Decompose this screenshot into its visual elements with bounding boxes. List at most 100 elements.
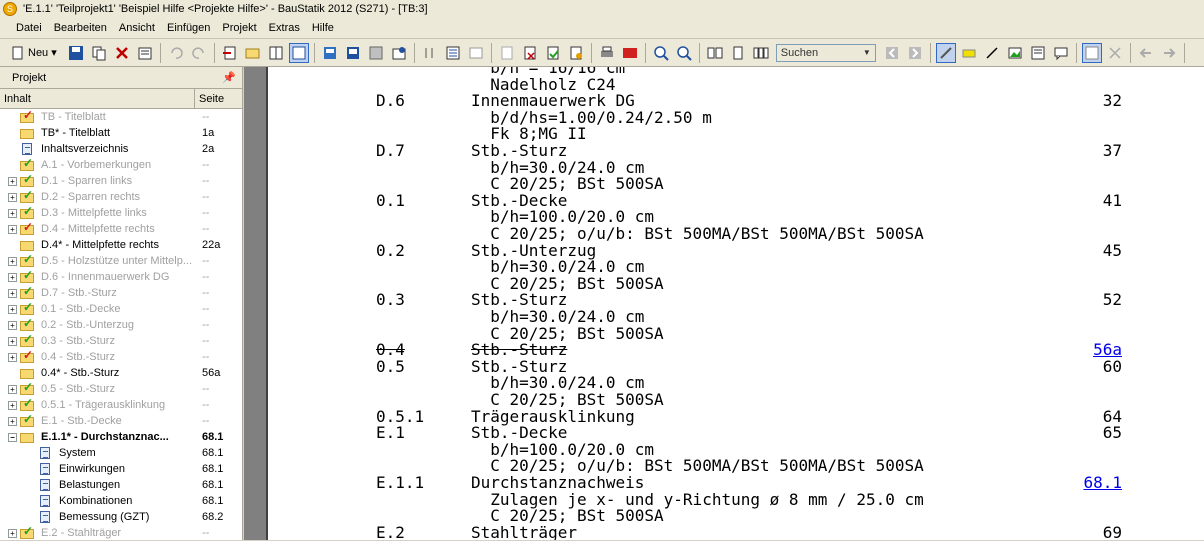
expand-icon[interactable]: +: [8, 176, 17, 186]
pen-button[interactable]: [935, 42, 956, 63]
expand-icon[interactable]: +: [8, 384, 17, 394]
expand-icon[interactable]: +: [8, 320, 17, 330]
toc-line: C 20/25; o/u/b: BSt 500MA/BSt 500MA/BSt …: [268, 225, 1204, 242]
sort-button[interactable]: [420, 43, 440, 63]
zoom-in-button[interactable]: [651, 43, 671, 63]
tree-item[interactable]: − E.1.1* - Durchstanznac... 68.1: [0, 429, 242, 445]
delete-button[interactable]: [112, 43, 132, 63]
tree-item[interactable]: Kombinationen 68.1: [0, 493, 242, 509]
menu-datei[interactable]: Datei: [10, 18, 48, 39]
expand-icon[interactable]: +: [8, 528, 17, 538]
tree-item[interactable]: TB* - Titelblatt 1a: [0, 125, 242, 141]
comment-button[interactable]: [1051, 43, 1071, 63]
tree-item[interactable]: + ✓ 0.5.1 - Trägerausklinkung --: [0, 396, 242, 413]
undo-button[interactable]: [166, 43, 186, 63]
tree-item[interactable]: + ✓ D.6 - Innenmauerwerk DG --: [0, 268, 242, 285]
table-button[interactable]: [466, 43, 486, 63]
page-button[interactable]: [497, 43, 517, 63]
save-button[interactable]: [66, 43, 86, 63]
list-button[interactable]: [443, 43, 463, 63]
tree-item[interactable]: 0.4* - Stb.-Sturz 56a: [0, 365, 242, 381]
tree-item[interactable]: System 68.1: [0, 445, 242, 461]
tree-item[interactable]: + ✓ 0.2 - Stb.-Unterzug --: [0, 316, 242, 333]
folder-button[interactable]: [243, 43, 263, 63]
copy-button[interactable]: [89, 43, 109, 63]
export-button[interactable]: [220, 43, 240, 63]
toc-page-link[interactable]: 56a: [1093, 341, 1122, 358]
new-button[interactable]: Neu ▾: [8, 43, 60, 63]
module-button-1[interactable]: [320, 43, 340, 63]
tree-item[interactable]: + ✓ 0.5 - Stb.-Sturz --: [0, 380, 242, 397]
expand-icon[interactable]: +: [8, 304, 17, 314]
highlight-button[interactable]: [959, 43, 979, 63]
image-button[interactable]: [1005, 43, 1025, 63]
tree-item[interactable]: ✓ TB - Titelblatt --: [0, 108, 242, 125]
annotation-button[interactable]: [1081, 42, 1102, 63]
tree-item[interactable]: + ✓ D.3 - Mittelpfette links --: [0, 204, 242, 221]
redo-button[interactable]: [189, 43, 209, 63]
line-button[interactable]: [982, 43, 1002, 63]
check-page-button[interactable]: [543, 43, 563, 63]
expand-icon[interactable]: +: [8, 400, 17, 410]
tree-item[interactable]: + ✓ D.2 - Sparren rechts --: [0, 188, 242, 205]
menu-ansicht[interactable]: Ansicht: [113, 18, 161, 39]
column-page-header[interactable]: Seite: [195, 93, 224, 105]
expand-icon[interactable]: +: [8, 416, 17, 426]
mark-page-button[interactable]: [566, 43, 586, 63]
module-button-4[interactable]: [389, 43, 409, 63]
menu-bearbeiten[interactable]: Bearbeiten: [48, 18, 113, 39]
expand-icon[interactable]: +: [8, 208, 17, 218]
zoom-out-button[interactable]: [674, 43, 694, 63]
note-button[interactable]: [1028, 43, 1048, 63]
two-pages-button[interactable]: [705, 43, 725, 63]
tree-item[interactable]: Belastungen 68.1: [0, 477, 242, 493]
search-next-button[interactable]: [905, 43, 925, 63]
one-page-button[interactable]: [728, 43, 748, 63]
expand-icon[interactable]: +: [8, 256, 17, 266]
tree-item[interactable]: D.4* - Mittelpfette rechts 22a: [0, 237, 242, 253]
pdf-button[interactable]: [620, 43, 640, 63]
collapse-icon[interactable]: −: [8, 432, 17, 442]
view-toggle-button[interactable]: [288, 42, 309, 63]
multi-page-button[interactable]: [751, 43, 771, 63]
expand-icon[interactable]: +: [8, 192, 17, 202]
back-button[interactable]: [1136, 43, 1156, 63]
toc-page-link[interactable]: 68.1: [1083, 474, 1122, 491]
expand-icon[interactable]: +: [8, 272, 17, 282]
expand-icon[interactable]: +: [8, 288, 17, 298]
tree-item[interactable]: + ✓ D.5 - Holzstütze unter Mittelp... --: [0, 252, 242, 269]
search-combo[interactable]: Suchen ▼: [775, 43, 876, 62]
tree-item[interactable]: + ✓ 0.3 - Stb.-Sturz --: [0, 332, 242, 349]
window-title: 'E.1.1' 'Teilprojekt1' 'Beispiel Hilfe <…: [23, 3, 428, 15]
search-prev-button[interactable]: [882, 43, 902, 63]
tree-item[interactable]: + ✓ D.1 - Sparren links --: [0, 172, 242, 189]
tree-item[interactable]: ✓ A.1 - Vorbemerkungen --: [0, 156, 242, 173]
tree-item[interactable]: + ✓ 0.1 - Stb.-Decke --: [0, 300, 242, 317]
tree-item[interactable]: Bemessung (GZT) 68.2: [0, 509, 242, 525]
properties-button[interactable]: [135, 43, 155, 63]
tree-item[interactable]: + ✓ D.7 - Stb.-Sturz --: [0, 284, 242, 301]
tree-item-page: 22a: [202, 239, 221, 251]
expand-icon[interactable]: +: [8, 224, 17, 234]
print-button[interactable]: [597, 43, 617, 63]
module-button-3[interactable]: [366, 43, 386, 63]
tree-item[interactable]: Einwirkungen 68.1: [0, 461, 242, 477]
tree-item[interactable]: + ✓ 0.4 - Stb.-Sturz --: [0, 348, 242, 365]
expand-icon[interactable]: +: [8, 352, 17, 362]
close-annotation-button[interactable]: [1105, 43, 1125, 63]
menu-extras[interactable]: Extras: [263, 18, 306, 39]
tree-item[interactable]: Inhaltsverzeichnis 2a: [0, 141, 242, 157]
expand-icon[interactable]: +: [8, 336, 17, 346]
tree-item[interactable]: + ✓ E.2 - Stahlträger --: [0, 524, 242, 541]
tree-item[interactable]: + ✓ E.1 - Stb.-Decke --: [0, 412, 242, 429]
forward-button[interactable]: [1159, 43, 1179, 63]
module-button-2[interactable]: [343, 43, 363, 63]
book-button[interactable]: [266, 43, 286, 63]
remove-page-button[interactable]: [520, 43, 540, 63]
menu-projekt[interactable]: Projekt: [216, 18, 262, 39]
menu-einfügen[interactable]: Einfügen: [161, 18, 216, 39]
tree-item[interactable]: + ✓ D.4 - Mittelpfette rechts --: [0, 220, 242, 237]
column-content-header[interactable]: Inhalt: [0, 88, 195, 109]
pin-icon[interactable]: 📌: [222, 71, 236, 84]
menu-hilfe[interactable]: Hilfe: [306, 18, 340, 39]
